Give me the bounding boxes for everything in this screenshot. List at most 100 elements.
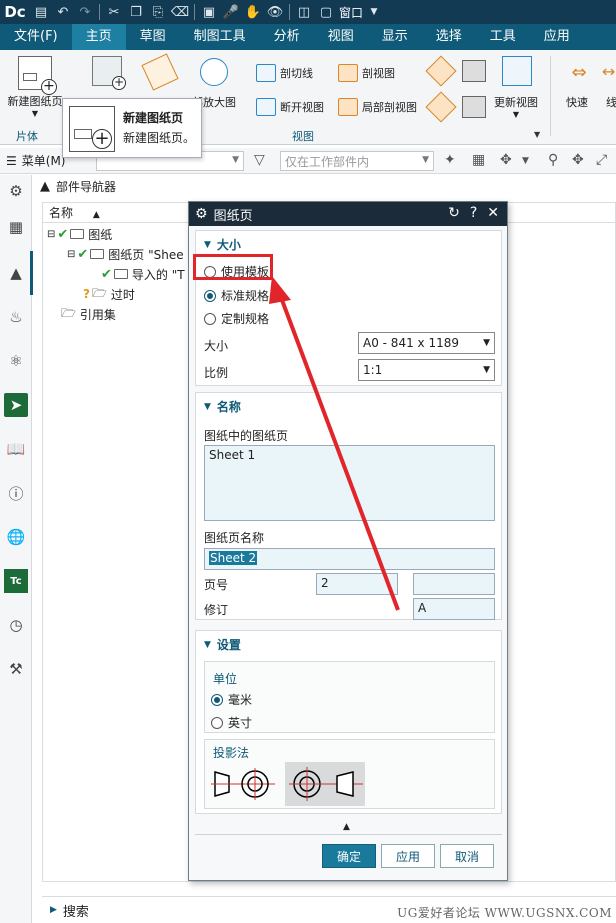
apply-button[interactable]: 应用	[381, 844, 435, 868]
navigator-title-text: 部件导航器	[56, 180, 117, 194]
quick-dimension-icon[interactable]: ⇔	[566, 62, 592, 84]
third-angle-projection-button[interactable]	[285, 762, 365, 806]
section-line-button[interactable]: 剖切线	[256, 64, 313, 82]
view-icon-d[interactable]	[462, 96, 486, 118]
first-angle-projection-icon[interactable]	[211, 764, 275, 804]
new-window-icon[interactable]: ▣	[198, 1, 220, 23]
name-section-header[interactable]: ▼ 名称	[204, 398, 241, 415]
size-section-header[interactable]: ▼ 大小	[204, 236, 241, 253]
inch-radio[interactable]: 英寸	[211, 714, 252, 731]
millimeter-radio[interactable]: 毫米	[211, 691, 252, 708]
new-sheet-button[interactable]: + 新建图纸页 ▼	[6, 56, 64, 118]
redo-icon[interactable]: ↷	[74, 1, 96, 23]
bell-icon[interactable]: ♨	[4, 305, 28, 329]
info-icon[interactable]: ⓘ	[4, 481, 28, 505]
sheet-dialog: ⚙ 图纸页 ↻ ? ✕ ▼ 大小 使用模板 标准规格 定制规格 大小 A0 - …	[188, 201, 508, 881]
menu-home[interactable]: 主页	[71, 24, 126, 50]
detail-view-icon[interactable]	[200, 58, 228, 86]
fit-icon[interactable]: ⤢	[596, 152, 607, 168]
menu-select[interactable]: 选择	[422, 24, 476, 50]
menu-file[interactable]: 文件(F)	[0, 24, 72, 50]
chevron-down-icon[interactable]: ▼	[363, 1, 385, 23]
switch-window-icon[interactable]: ◫	[293, 1, 315, 23]
filter-icon[interactable]: ▽	[254, 152, 265, 168]
chevron-down-icon: ▼	[422, 155, 429, 165]
window-menu[interactable]: 窗口	[339, 4, 363, 21]
base-view-icon[interactable]: +	[92, 56, 126, 90]
help-icon[interactable]: ?	[470, 205, 477, 221]
cancel-button[interactable]: 取消	[440, 844, 494, 868]
separator	[99, 4, 100, 20]
window-icon[interactable]: ▢	[315, 1, 337, 23]
chevron-down-icon: ▼	[31, 109, 39, 118]
zoom-icon[interactable]: ⚲	[548, 152, 558, 168]
sheet-list-item[interactable]: Sheet 1	[209, 448, 255, 462]
menu-analysis[interactable]: 分析	[260, 24, 314, 50]
cut-icon[interactable]: ✂	[103, 1, 125, 23]
settings-icon[interactable]: ⚙	[4, 179, 28, 203]
sheet-name-label: 图纸页名称	[204, 531, 265, 545]
page-number-input[interactable]: 2	[316, 573, 398, 595]
size-dropdown[interactable]: A0 - 841 x 1189 ▼	[358, 332, 495, 354]
menu-button[interactable]: ☰ 菜单(M)	[0, 152, 70, 169]
linear-dimension-button[interactable]: 线	[606, 94, 616, 110]
update-view-icon[interactable]	[502, 56, 532, 86]
menu-drafting-tools[interactable]: 制图工具	[180, 24, 260, 50]
send-icon[interactable]: ➤	[4, 393, 28, 417]
view-icon[interactable]: 👁	[264, 1, 286, 23]
atom-icon[interactable]: ⚛	[4, 349, 28, 373]
paste-icon[interactable]: ⎘	[147, 1, 169, 23]
menu-sketch[interactable]: 草图	[126, 24, 180, 50]
view-icon-b[interactable]	[462, 60, 486, 82]
assembly-navigator-icon[interactable]: ▦	[4, 215, 28, 239]
book-icon[interactable]: 📖	[4, 437, 28, 461]
undo-icon[interactable]: ↶	[52, 1, 74, 23]
web-browser-icon[interactable]: 🌐	[4, 525, 28, 549]
group-label-sheet: 片体	[16, 130, 38, 143]
break-view-button[interactable]: 断开视图	[256, 98, 324, 116]
select-icon[interactable]: ▦	[472, 152, 485, 168]
menu-view[interactable]: 视图	[314, 24, 368, 50]
page-suffix-input[interactable]	[413, 573, 495, 595]
reset-icon[interactable]: ↻	[448, 205, 460, 221]
update-view-button[interactable]: 更新视图 ▼	[494, 94, 538, 119]
menu-applications[interactable]: 应用	[530, 24, 584, 50]
quick-dimension-button[interactable]: 快速	[566, 94, 588, 110]
teamcenter-icon[interactable]: Tc	[4, 569, 28, 593]
menu-tools[interactable]: 工具	[476, 24, 530, 50]
chevron-down-icon[interactable]: ▼	[534, 130, 540, 139]
revision-input[interactable]: A	[413, 598, 495, 620]
collapse-icon[interactable]: ⊟	[47, 229, 55, 240]
custom-size-radio[interactable]: 定制规格	[204, 310, 269, 327]
save-icon[interactable]: ▤	[30, 1, 52, 23]
microphone-icon[interactable]: 🎤	[220, 1, 242, 23]
point-icon[interactable]: ✥	[500, 152, 512, 168]
menu-display[interactable]: 显示	[368, 24, 422, 50]
view-icon-a[interactable]	[425, 55, 457, 87]
settings-section-header[interactable]: ▼ 设置	[204, 636, 241, 653]
view-icon-c[interactable]	[425, 91, 457, 123]
scope-select[interactable]: 仅在工作部件内 ▼	[280, 151, 434, 171]
collapse-icon[interactable]: ⊟	[67, 249, 75, 260]
history-icon[interactable]: ◷	[4, 613, 28, 637]
collapse-more-icon[interactable]: ▲	[343, 822, 350, 832]
close-icon[interactable]: ✕	[487, 205, 499, 221]
delete-icon[interactable]: ⌫	[169, 1, 191, 23]
tools-icon[interactable]: ⚒	[4, 657, 28, 681]
linear-dimension-icon[interactable]: ↔	[602, 62, 616, 84]
name-section-title: 名称	[216, 400, 241, 414]
part-navigator-icon[interactable]: ▲	[4, 261, 28, 285]
ok-button[interactable]: 确定	[322, 844, 376, 868]
local-section-button[interactable]: 局部剖视图	[338, 98, 417, 116]
touch-icon[interactable]: ✋	[242, 1, 264, 23]
standard-size-radio[interactable]: 标准规格	[204, 287, 269, 304]
sheet-list[interactable]: Sheet 1	[204, 445, 495, 521]
sheet-name-input[interactable]: Sheet 2	[204, 548, 495, 570]
chevron-down-icon[interactable]: ▼	[522, 156, 529, 166]
projected-view-icon[interactable]	[141, 53, 179, 91]
pan-icon[interactable]: ✥	[572, 152, 584, 168]
copy-icon[interactable]: ❐	[125, 1, 147, 23]
scale-dropdown[interactable]: 1:1 ▼	[358, 359, 495, 381]
section-view-button[interactable]: 剖视图	[338, 64, 395, 82]
snap-icon[interactable]: ✦	[444, 152, 456, 168]
